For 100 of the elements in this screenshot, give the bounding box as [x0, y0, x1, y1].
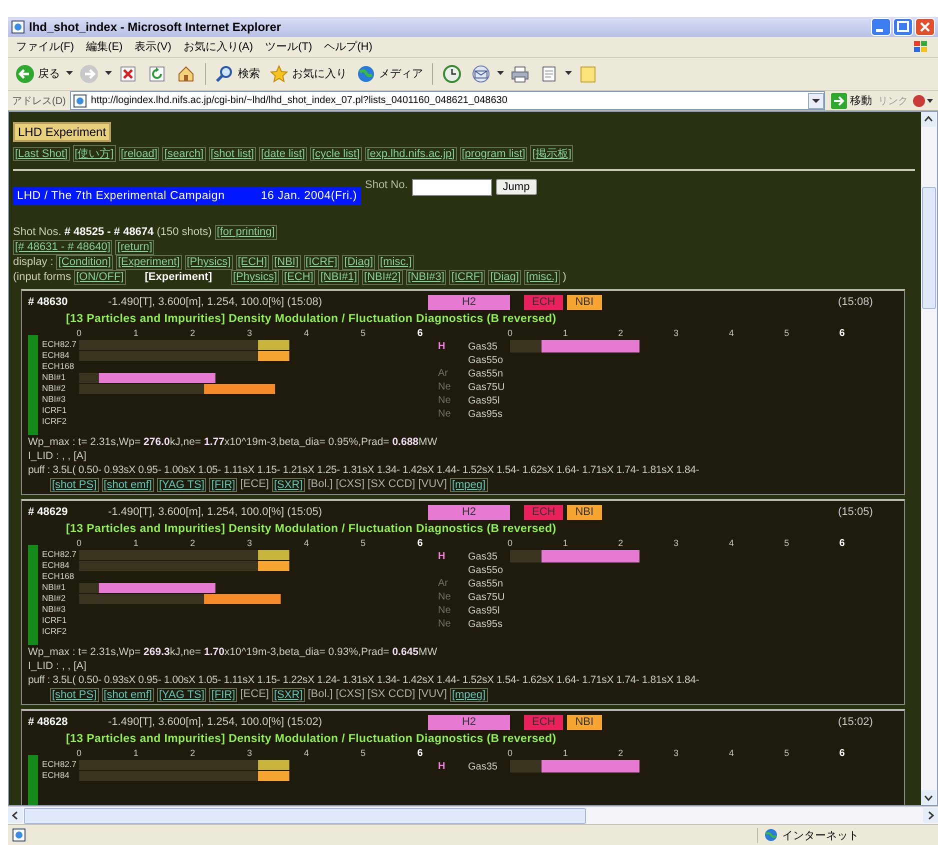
form-link[interactable]: [misc.]	[524, 270, 560, 286]
diagnostic-label: [CXS]	[336, 478, 365, 492]
toggle-link[interactable]: [ON/OFF]	[74, 270, 126, 286]
menu-item[interactable]: 表示(V)	[134, 39, 172, 54]
favorites-button[interactable]: お気に入り	[266, 62, 350, 86]
printing-link[interactable]: [for printing]	[214, 225, 277, 240]
display-link[interactable]: [ICRF]	[304, 255, 340, 270]
diagnostic-link[interactable]: [shot PS]	[50, 688, 99, 702]
display-link[interactable]: [NBI]	[272, 255, 301, 270]
tick-label: 1	[133, 748, 138, 758]
timeline-bar	[258, 351, 290, 362]
back-button[interactable]: 戻る	[12, 62, 63, 86]
form-link[interactable]: [NBI#3]	[406, 270, 446, 286]
timeline-bar	[258, 760, 290, 770]
maximize-button[interactable]	[893, 18, 913, 36]
nav-link[interactable]: [cycle list]	[310, 146, 362, 161]
nav-link[interactable]: [search]	[162, 146, 206, 161]
campaign-date: 16 Jan. 2004(Fri.)	[260, 190, 357, 202]
scroll-left-button[interactable]	[8, 808, 23, 824]
nav-link[interactable]: [Last Shot]	[13, 146, 70, 161]
diagnostic-link[interactable]: [mpeg]	[450, 478, 488, 492]
scroll-thumb[interactable]	[922, 187, 936, 310]
range-link[interactable]: [# 48631 - # 48640]	[13, 240, 112, 256]
tick-label: 1	[562, 328, 568, 338]
display-link[interactable]: [Condition]	[56, 255, 113, 270]
clock-icon	[442, 64, 462, 84]
diagnostic-link[interactable]: [SXR]	[272, 688, 305, 702]
gas-species: Ar	[438, 368, 448, 380]
diagnostic-link[interactable]: [YAG TS]	[156, 688, 206, 702]
diagnostic-link[interactable]: [SXR]	[272, 478, 305, 492]
row-label: Gas35	[468, 552, 498, 563]
gas-species: Ne	[438, 408, 451, 420]
tag: NBI	[567, 714, 602, 730]
address-field[interactable]: http://logindex.lhd.nifs.ac.jp/cgi-bin/~lhd/lhd_shot_index_07.pl?lists_0401160_048621_048630	[70, 91, 825, 110]
caret-icon[interactable]	[66, 71, 73, 76]
diagnostic-link[interactable]: [mpeg]	[450, 688, 488, 702]
form-link[interactable]: [ECH]	[282, 270, 316, 286]
menu-item[interactable]: ツール(T)	[265, 39, 312, 54]
form-link[interactable]: [NBI#2]	[362, 270, 403, 286]
media-button[interactable]: メディア	[353, 62, 426, 86]
nav-link[interactable]: [program list]	[460, 146, 528, 161]
scroll-up-button[interactable]	[921, 112, 936, 128]
toolbar-options-icon[interactable]	[912, 92, 934, 108]
menu-item[interactable]: ファイル(F)	[16, 39, 74, 54]
diagnostic-link[interactable]: [FIR]	[209, 478, 238, 492]
jump-button[interactable]: Jump	[496, 179, 537, 196]
form-link[interactable]: [Physics]	[231, 270, 280, 286]
display-link[interactable]: [ECH]	[236, 255, 270, 270]
search-button[interactable]: 検索	[212, 62, 263, 86]
diagnostic-link[interactable]: [shot emf]	[102, 478, 154, 492]
diagnostic-link[interactable]: [FIR]	[209, 688, 238, 702]
tick-label: 0	[76, 328, 82, 338]
tick-label: 4	[304, 328, 309, 338]
scroll-down-button[interactable]	[921, 790, 936, 806]
diagnostic-link[interactable]: [shot PS]	[50, 478, 99, 492]
nav-link[interactable]: [掲示板]	[530, 145, 574, 162]
tag: ECH	[524, 294, 564, 310]
nav-link[interactable]: [reload]	[118, 146, 160, 161]
tick-label: 5	[784, 748, 790, 758]
row-label: ECH82.7	[42, 549, 76, 560]
tick-label: 2	[618, 328, 624, 338]
form-link[interactable]: [NBI#1]	[318, 270, 360, 286]
experiment-badge: LHD Experiment	[13, 122, 112, 142]
tag: NBI	[567, 504, 602, 520]
row-label: Gas95l	[468, 396, 500, 407]
diagnostic-link[interactable]: [YAG TS]	[156, 478, 206, 492]
caret-icon[interactable]	[497, 71, 504, 76]
caret-icon[interactable]	[565, 71, 572, 76]
dropdown-button[interactable]	[808, 92, 824, 108]
minimize-button[interactable]	[871, 18, 891, 36]
row-label: ICRF1	[42, 615, 67, 626]
close-button[interactable]	[915, 18, 935, 36]
menu-item[interactable]: ヘルプ(H)	[324, 39, 372, 54]
horizontal-scrollbar[interactable]	[8, 806, 938, 824]
scroll-thumb[interactable]	[24, 808, 586, 824]
menu-item[interactable]: お気に入り(A)	[183, 39, 254, 54]
nav-link[interactable]: [shot list]	[208, 146, 256, 161]
display-link[interactable]: [Experiment]	[116, 255, 182, 270]
form-link[interactable]: [ICRF]	[449, 270, 486, 286]
form-link[interactable]: [Diag]	[488, 270, 521, 286]
shot-time: (15:05)	[838, 506, 873, 518]
vertical-scrollbar[interactable]	[921, 112, 937, 806]
range-link[interactable]: [return]	[115, 240, 154, 256]
tick-label: 4	[304, 538, 309, 548]
row-label: ICRF2	[42, 416, 67, 426]
globe-icon	[764, 828, 778, 842]
tick-label: 6	[839, 538, 845, 550]
go-button[interactable]: 移動	[829, 92, 874, 108]
display-link[interactable]: [Physics]	[184, 255, 233, 270]
form-link[interactable]: [Experiment]	[142, 270, 214, 286]
display-link[interactable]: [misc.]	[378, 255, 414, 270]
caret-icon[interactable]	[105, 71, 112, 76]
display-link[interactable]: [Diag]	[342, 255, 376, 270]
scroll-right-button[interactable]	[923, 808, 938, 824]
menu-item[interactable]: 編集(E)	[86, 39, 123, 54]
nav-link[interactable]: [exp.lhd.nifs.ac.jp]	[364, 146, 457, 161]
nav-link[interactable]: [使い方]	[72, 145, 116, 162]
shot-number-field[interactable]	[412, 179, 492, 196]
nav-link[interactable]: [date list]	[258, 146, 307, 161]
diagnostic-link[interactable]: [shot emf]	[102, 688, 154, 702]
